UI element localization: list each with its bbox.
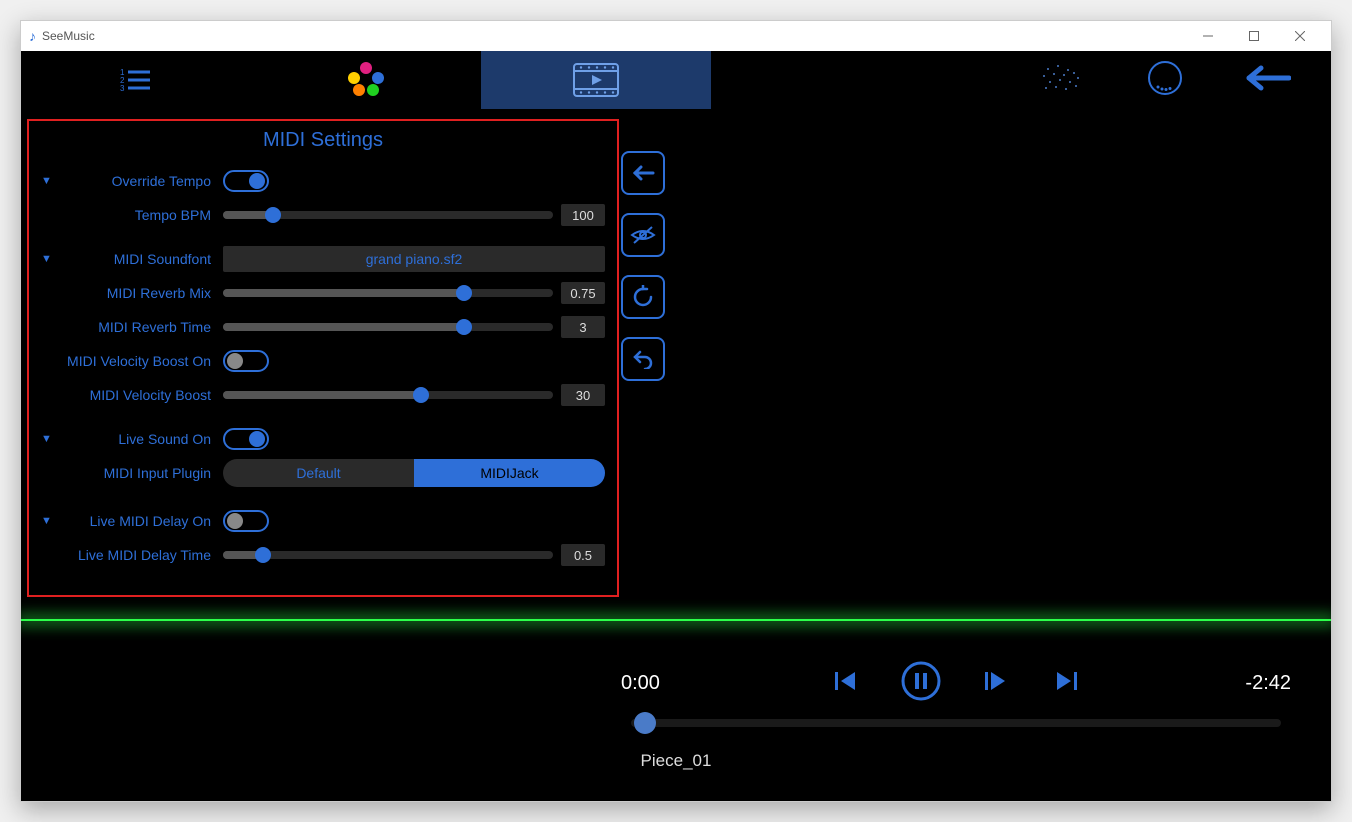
side-back-button[interactable] — [621, 151, 665, 195]
pause-button[interactable] — [901, 661, 941, 706]
override-tempo-label: Override Tempo — [63, 173, 223, 189]
reverb-time-label: MIDI Reverb Time — [63, 319, 223, 335]
collapse-icon[interactable]: ▼ — [41, 433, 63, 445]
tempo-bpm-slider[interactable] — [223, 211, 553, 219]
piece-name: Piece_01 — [21, 751, 1331, 771]
live-delay-time-value[interactable]: 0.5 — [561, 544, 605, 566]
live-delay-time-slider[interactable] — [223, 551, 553, 559]
reverb-time-slider[interactable] — [223, 323, 553, 331]
maximize-button[interactable] — [1231, 21, 1277, 51]
live-sound-label: Live Sound On — [63, 431, 223, 447]
timeline-slider[interactable] — [631, 719, 1281, 727]
soundfont-field[interactable]: grand piano.sf2 — [223, 246, 605, 272]
svg-text:3: 3 — [120, 84, 125, 93]
collapse-icon[interactable]: ▼ — [41, 515, 63, 527]
prev-button[interactable] — [833, 668, 859, 699]
reverb-mix-label: MIDI Reverb Mix — [63, 285, 223, 301]
soundfont-label: MIDI Soundfont — [63, 251, 223, 267]
reverb-mix-slider[interactable] — [223, 289, 553, 297]
vel-boost-label: MIDI Velocity Boost — [63, 387, 223, 403]
input-plugin-default[interactable]: Default — [223, 459, 414, 487]
app-icon: ♪ — [29, 28, 36, 44]
vel-boost-on-label: MIDI Velocity Boost On — [63, 353, 223, 369]
live-delay-time-label: Live MIDI Delay Time — [63, 547, 223, 563]
vel-boost-toggle[interactable] — [223, 350, 269, 372]
side-refresh-button[interactable] — [621, 275, 665, 319]
waveform — [21, 591, 1331, 651]
side-undo-button[interactable] — [621, 337, 665, 381]
tempo-bpm-value[interactable]: 100 — [561, 204, 605, 226]
panel-title: MIDI Settings — [41, 129, 605, 152]
step-button[interactable] — [983, 668, 1011, 699]
tab-list[interactable]: 1 2 3 — [21, 51, 251, 109]
live-delay-on-label: Live MIDI Delay On — [63, 513, 223, 529]
reverb-mix-value[interactable]: 0.75 — [561, 282, 605, 304]
top-toolbar: 1 2 3 — [21, 51, 1331, 109]
reverb-time-value[interactable]: 3 — [561, 316, 605, 338]
app-window: ♪ SeeMusic 1 2 3 — [20, 20, 1332, 802]
titlebar: ♪ SeeMusic — [21, 21, 1331, 51]
side-hide-button[interactable] — [621, 213, 665, 257]
minimize-button[interactable] — [1185, 21, 1231, 51]
window-title: SeeMusic — [42, 29, 95, 43]
tempo-bpm-label: Tempo BPM — [63, 207, 223, 223]
override-tempo-toggle[interactable] — [223, 170, 269, 192]
vel-boost-value[interactable]: 30 — [561, 384, 605, 406]
input-plugin-label: MIDI Input Plugin — [63, 465, 223, 481]
loading-icon[interactable] — [1147, 60, 1183, 101]
particles-icon[interactable] — [1037, 63, 1087, 97]
app-body: 1 2 3 — [21, 51, 1331, 801]
input-plugin-midijack[interactable]: MIDIJack — [414, 459, 605, 487]
side-actions — [621, 151, 665, 381]
live-sound-toggle[interactable] — [223, 428, 269, 450]
tab-video[interactable] — [481, 51, 711, 109]
next-button[interactable] — [1053, 668, 1079, 699]
input-plugin-segment: Default MIDIJack — [223, 459, 605, 487]
close-button[interactable] — [1277, 21, 1323, 51]
time-elapsed: 0:00 — [621, 672, 691, 695]
vel-boost-slider[interactable] — [223, 391, 553, 399]
live-delay-toggle[interactable] — [223, 510, 269, 532]
transport-bar: 0:00 -2:42 — [621, 661, 1291, 706]
collapse-icon[interactable]: ▼ — [41, 175, 63, 187]
tab-colors[interactable] — [251, 51, 481, 109]
back-arrow-icon[interactable] — [1243, 64, 1291, 97]
time-remaining: -2:42 — [1221, 672, 1291, 695]
collapse-icon[interactable]: ▼ — [41, 253, 63, 265]
midi-settings-panel: MIDI Settings ▼ Override Tempo Tempo BPM… — [27, 119, 619, 597]
